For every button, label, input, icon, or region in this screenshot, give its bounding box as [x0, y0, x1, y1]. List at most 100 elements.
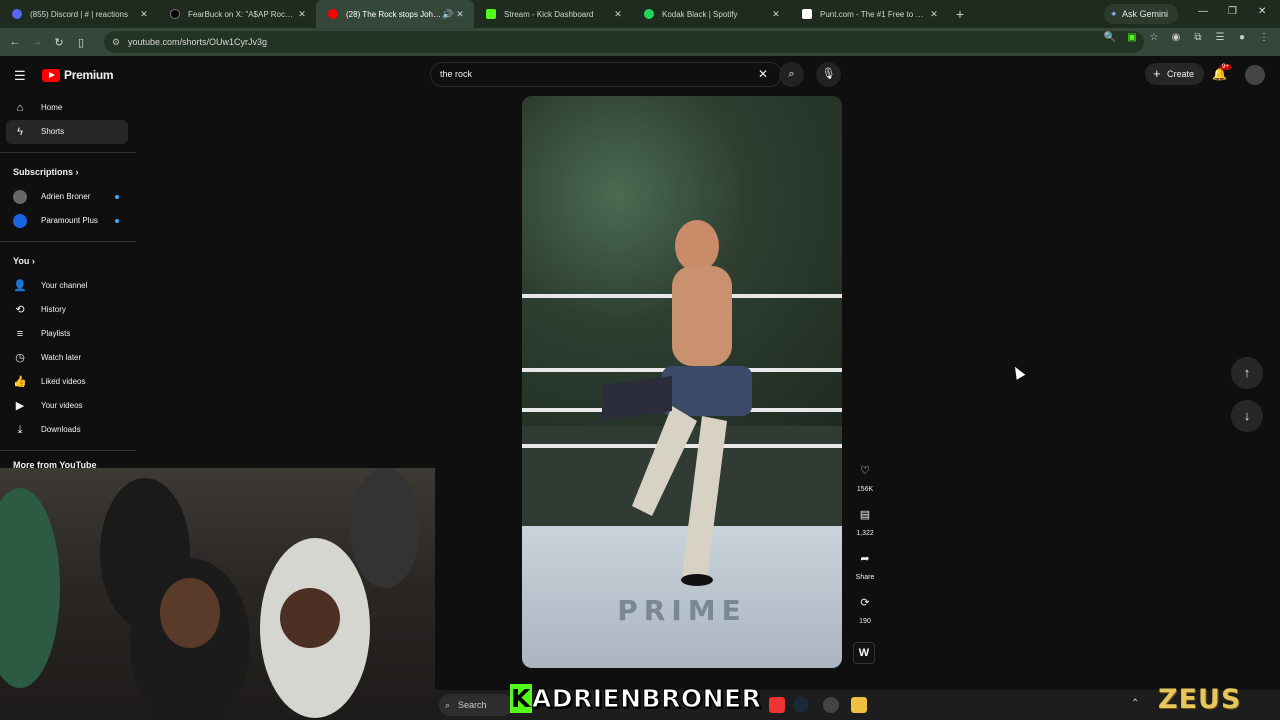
- sidebar-item-history[interactable]: ⟲ History: [0, 298, 136, 322]
- search-icon: ⌕: [445, 700, 451, 710]
- address-bar[interactable]: ⚙ youtube.com/shorts/OUw1CyrJv3g: [104, 31, 1144, 53]
- sidebar-item-adrien-broner[interactable]: Adrien Broner: [0, 185, 136, 209]
- home-icon: ⌂: [16, 102, 24, 114]
- steam-icon[interactable]: [793, 697, 809, 713]
- taskbar-app-icon[interactable]: [769, 697, 785, 713]
- chevron-right-icon: ›: [75, 167, 79, 177]
- search-input[interactable]: the rock: [430, 62, 782, 87]
- file-explorer-icon[interactable]: [851, 697, 867, 713]
- arrow-down-icon: ↓: [1243, 408, 1251, 423]
- like-count: 156K: [856, 486, 874, 493]
- download-icon: ⤓: [17, 424, 23, 436]
- youtube-favicon-icon: [328, 9, 338, 19]
- hamburger-menu-icon[interactable]: ☰: [14, 68, 26, 84]
- arrow-up-icon: ↑: [1243, 365, 1251, 380]
- channel-thumbnail[interactable]: W: [853, 642, 875, 664]
- new-content-dot: [115, 219, 119, 223]
- close-tab-icon[interactable]: ✕: [138, 9, 150, 20]
- close-tab-icon[interactable]: ✕: [612, 9, 624, 20]
- comment-count: 1,322: [856, 530, 874, 537]
- previous-short-button[interactable]: ↑: [1231, 357, 1263, 389]
- browser-tab[interactable]: Stream - Kick Dashboard ✕: [474, 0, 632, 28]
- person-green-shirt: [0, 488, 60, 688]
- profile-icon[interactable]: ●: [1234, 32, 1250, 43]
- subscriptions-heading[interactable]: Subscriptions ›: [0, 159, 136, 185]
- punt-favicon-icon: [802, 9, 812, 19]
- sidebar-item-liked-videos[interactable]: 👍 Liked videos: [0, 370, 136, 394]
- remix-count: 190: [859, 618, 871, 625]
- remix-button[interactable]: ⟳: [852, 590, 878, 616]
- sidebar-item-your-videos[interactable]: ▶ Your videos: [0, 394, 136, 418]
- chevron-right-icon: ›: [31, 256, 35, 266]
- close-window-icon[interactable]: ✕: [1258, 6, 1266, 17]
- x-favicon-icon: [170, 9, 180, 19]
- back-icon[interactable]: ←: [4, 36, 26, 48]
- youtube-logo[interactable]: Premium: [42, 68, 114, 82]
- close-tab-icon[interactable]: ✕: [296, 9, 308, 20]
- browser-tab[interactable]: FearBuck on X: "A$AP Rocky gi...✕: [158, 0, 316, 28]
- close-tab-icon[interactable]: ✕: [454, 9, 466, 20]
- minimize-icon[interactable]: —: [1198, 6, 1208, 17]
- new-tab-button[interactable]: +: [948, 6, 972, 22]
- speaker-icon[interactable]: 🔊: [442, 9, 454, 20]
- streamer-name-overlay: KADRIENBRONER: [510, 684, 762, 714]
- maximize-icon[interactable]: ❐: [1228, 6, 1237, 17]
- sidebar-item-home[interactable]: ⌂ Home: [0, 96, 136, 120]
- ask-gemini-button[interactable]: ✦ Ask Gemini: [1104, 4, 1179, 24]
- spotify-favicon-icon: [644, 9, 654, 19]
- sidebar-item-playlists[interactable]: ≡ Playlists: [0, 322, 136, 346]
- obs-icon[interactable]: [823, 697, 839, 713]
- voice-search-button[interactable]: 🎙: [816, 62, 841, 87]
- youtube-header: ☰ Premium the rock ✕ ⌕ 🎙 + Create 🔔 9+: [0, 56, 1280, 94]
- share-arrow-icon: ➦: [860, 553, 870, 565]
- browser-tab-active[interactable]: (28) The Rock stops John C 🔊 ✕: [316, 0, 474, 28]
- zoom-icon[interactable]: 🔍: [1102, 32, 1118, 43]
- extension-green-icon[interactable]: ▣: [1124, 32, 1140, 43]
- remix-icon: ⟳: [860, 597, 870, 609]
- shorts-icon: ϟ: [17, 126, 23, 138]
- side-panel-icon[interactable]: ▯: [70, 36, 92, 49]
- forward-icon[interactable]: →: [26, 36, 48, 48]
- mouse-cursor-icon: [1010, 364, 1026, 380]
- browser-tab[interactable]: (855) Discord | # | reactions ✕: [0, 0, 158, 28]
- reload-icon[interactable]: ↻: [48, 36, 70, 49]
- sidebar-item-your-channel[interactable]: 👤 Your channel: [0, 274, 136, 298]
- browser-toolbar: ← → ↻ ▯ ⚙ youtube.com/shorts/OUw1CyrJv3g …: [0, 28, 1280, 56]
- system-tray-chevron-icon[interactable]: ⌃: [1131, 698, 1139, 709]
- create-button[interactable]: + Create: [1145, 63, 1205, 85]
- sidebar-item-downloads[interactable]: ⤓ Downloads: [0, 418, 136, 442]
- profile-extension-icon[interactable]: ◉: [1168, 32, 1184, 43]
- menu-dots-icon[interactable]: ⋮: [1256, 32, 1272, 43]
- channel-avatar: [13, 190, 27, 204]
- shorts-video-player[interactable]: PRIME: [522, 96, 842, 668]
- kick-favicon-icon: [486, 9, 496, 19]
- extensions-puzzle-icon[interactable]: ⧉: [1190, 32, 1206, 43]
- sidebar-item-watch-later[interactable]: ◷ Watch later: [0, 346, 136, 370]
- you-heading[interactable]: You ›: [0, 248, 136, 274]
- account-avatar[interactable]: [1245, 65, 1265, 85]
- taskbar-search[interactable]: ⌕ Search: [439, 694, 513, 716]
- share-button[interactable]: ➦: [852, 546, 878, 572]
- search-icon: ⌕: [788, 68, 795, 80]
- wwe-logo-icon: W: [858, 647, 870, 659]
- sidebar-item-shorts[interactable]: ϟ Shorts: [6, 120, 128, 144]
- reading-list-icon[interactable]: ☰: [1212, 32, 1228, 43]
- comments-button[interactable]: ▤: [852, 502, 878, 528]
- close-tab-icon[interactable]: ✕: [928, 9, 940, 20]
- bookmark-star-icon[interactable]: ☆: [1146, 32, 1162, 43]
- browser-tab[interactable]: Kodak Black | Spotify ✕: [632, 0, 790, 28]
- search-button[interactable]: ⌕: [779, 62, 804, 87]
- person-face: [160, 578, 220, 648]
- webcam-overlay: [0, 468, 435, 720]
- person-background: [350, 468, 420, 588]
- sidebar-item-paramount-plus[interactable]: Paramount Plus: [0, 209, 136, 233]
- site-info-icon[interactable]: ⚙: [112, 31, 120, 53]
- like-button[interactable]: ♡: [852, 458, 878, 484]
- browser-tab[interactable]: Punt.com - The #1 Free to Play ✕: [790, 0, 948, 28]
- wrestler-figure: [602, 220, 752, 586]
- next-short-button[interactable]: ↓: [1231, 400, 1263, 432]
- close-tab-icon[interactable]: ✕: [770, 9, 782, 20]
- watch-later-icon: ◷: [15, 352, 25, 364]
- clear-search-icon[interactable]: ✕: [758, 67, 768, 81]
- sidebar: ⌂ Home ϟ Shorts Subscriptions › Adrien Bro…: [0, 96, 136, 466]
